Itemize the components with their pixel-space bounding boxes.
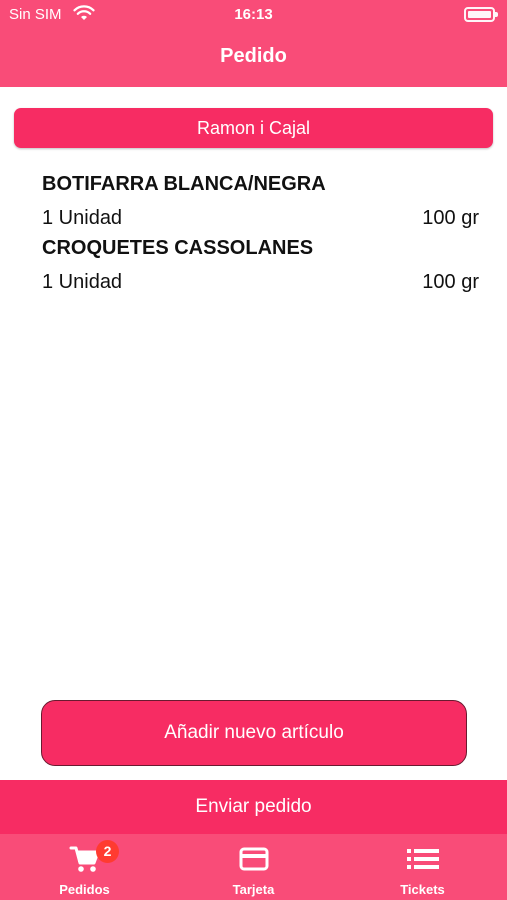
tab-label: Tickets — [400, 882, 445, 897]
store-selector-button[interactable]: Ramon i Cajal — [14, 108, 493, 148]
credit-card-icon — [239, 847, 268, 871]
cart-badge: 2 — [96, 840, 119, 863]
tab-tarjeta[interactable]: Tarjeta — [169, 834, 338, 900]
item-name: BOTIFARRA BLANCA/NEGRA — [42, 173, 326, 195]
header-bar: Sin SIM 16:13 Pedido — [0, 0, 507, 87]
item-details: 1 Unidad 100 gr — [42, 268, 479, 298]
app-screen: Sin SIM 16:13 Pedido Ramon i Cajal BOTIF… — [0, 0, 507, 900]
tab-label: Tarjeta — [232, 882, 275, 897]
status-bar: Sin SIM 16:13 — [0, 0, 507, 30]
add-article-button[interactable]: Añadir nuevo artículo — [41, 700, 467, 766]
item-quantity: 1 Unidad — [42, 207, 123, 229]
tab-bar: 2 Pedidos Tarjeta Tickets — [0, 834, 507, 900]
send-order-button[interactable]: Enviar pedido — [0, 780, 507, 834]
item-weight: 100 gr — [422, 271, 479, 293]
item-quantity: 1 Unidad — [42, 271, 123, 293]
page-title: Pedido — [220, 45, 287, 67]
clock: 16:13 — [234, 6, 273, 23]
tab-tickets[interactable]: Tickets — [338, 834, 507, 900]
order-items-list: BOTIFARRA BLANCA/NEGRA 1 Unidad 100 gr C… — [42, 170, 479, 298]
list-icon — [406, 849, 439, 869]
list-item[interactable]: BOTIFARRA BLANCA/NEGRA 1 Unidad 100 gr — [42, 170, 479, 234]
item-details: 1 Unidad 100 gr — [42, 204, 479, 234]
battery-icon — [464, 7, 498, 22]
tab-pedidos[interactable]: 2 Pedidos — [0, 834, 169, 900]
list-item[interactable]: CROQUETES CASSOLANES 1 Unidad 100 gr — [42, 234, 479, 298]
tab-label: Pedidos — [59, 882, 110, 897]
item-name: CROQUETES CASSOLANES — [42, 237, 314, 259]
item-weight: 100 gr — [422, 207, 479, 229]
